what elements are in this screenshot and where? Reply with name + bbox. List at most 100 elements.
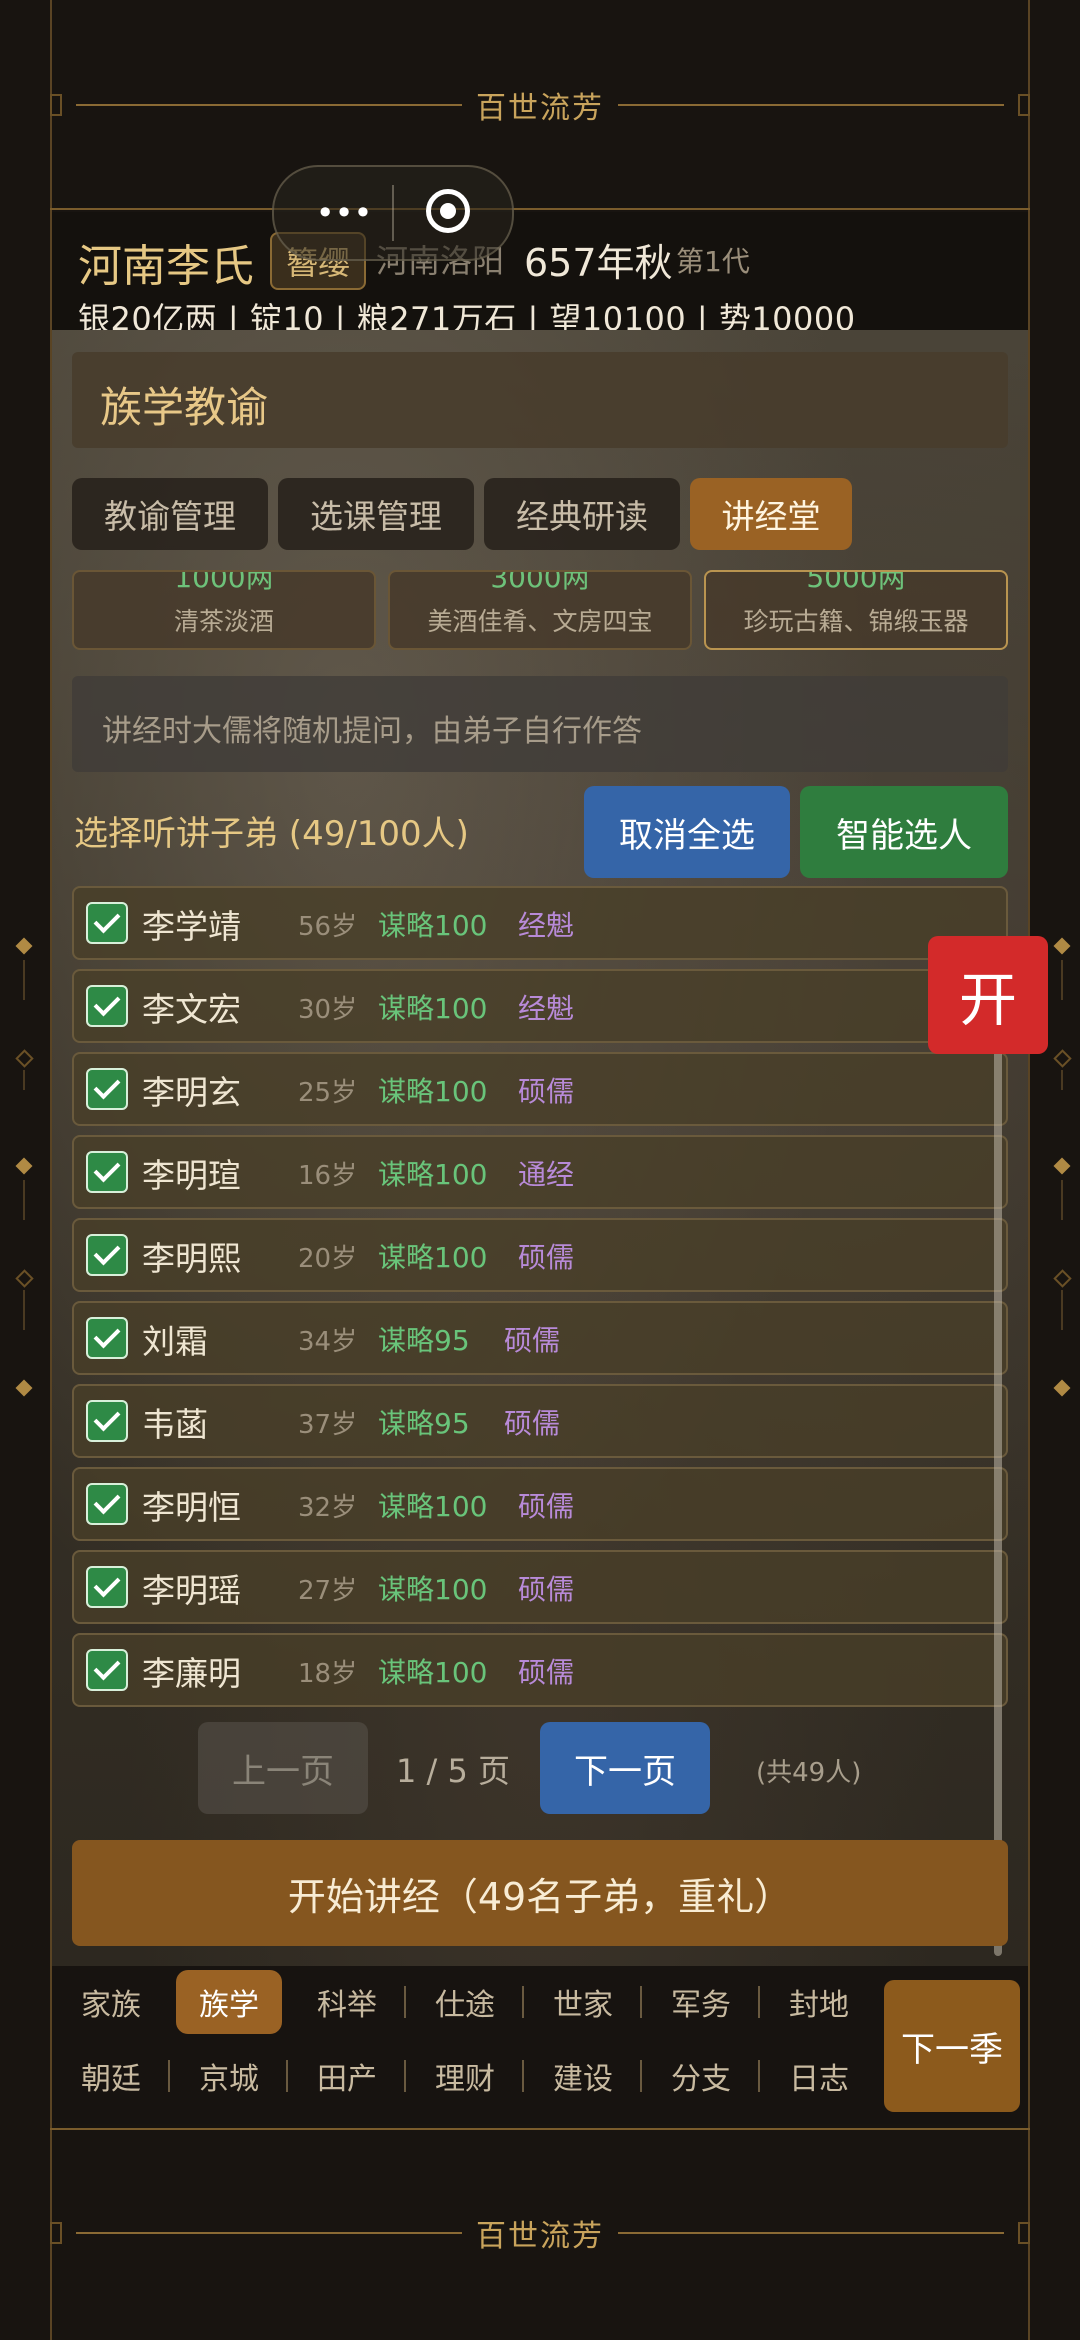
tier-cost: 1000两 <box>174 570 274 594</box>
tier-option-heavy[interactable]: 5000两 珍玩古籍、锦缎玉器 <box>704 570 1008 650</box>
student-ability: 谋略100 <box>378 1490 488 1523</box>
gift-tiers: 1000两 清茶淡酒 3000两 美酒佳肴、文房四宝 5000两 珍玩古籍、锦缎… <box>72 570 1008 650</box>
student-ability: 谋略100 <box>378 1075 488 1108</box>
student-ability: 谋略100 <box>378 1158 488 1191</box>
student-ability: 谋略100 <box>378 909 488 942</box>
banner-title: 百世流芳 <box>476 91 604 126</box>
nav-item[interactable]: 仕途 <box>406 1970 524 2034</box>
page-indicator: 1 / 5 页 <box>396 1752 511 1790</box>
student-row[interactable]: 李明玄 25岁 谋略100 硕儒 <box>72 1052 1008 1126</box>
student-checkbox[interactable] <box>86 1400 128 1442</box>
student-row[interactable]: 李明熙 20岁 谋略100 硕儒 <box>72 1218 1008 1292</box>
student-age: 56岁 <box>298 912 358 942</box>
student-checkbox[interactable] <box>86 902 128 944</box>
student-row[interactable]: 韦菡 37岁 谋略95 硕儒 <box>72 1384 1008 1458</box>
nav-item[interactable]: 世家 <box>524 1970 642 2034</box>
list-scrollbar[interactable] <box>994 936 1002 1956</box>
frame-bottom-divider <box>50 2128 1030 2130</box>
student-checkbox[interactable] <box>86 1649 128 1691</box>
tab-lecture-hall[interactable]: 讲经堂 <box>690 478 852 550</box>
student-ability: 谋略100 <box>378 992 488 1025</box>
tier-desc: 珍玩古籍、锦缎玉器 <box>743 607 969 636</box>
tab-course-selection[interactable]: 选课管理 <box>278 478 474 550</box>
student-age: 27岁 <box>298 1576 358 1606</box>
tier-option-medium[interactable]: 3000两 美酒佳肴、文房四宝 <box>388 570 692 650</box>
banner-cap-right <box>1018 2222 1030 2244</box>
banner-cap-right <box>1018 94 1030 116</box>
student-checkbox[interactable] <box>86 1317 128 1359</box>
student-rank: 硕儒 <box>518 1490 575 1523</box>
student-name: 李廉明 <box>142 1654 241 1693</box>
tab-classics-study[interactable]: 经典研读 <box>484 478 680 550</box>
start-lecture-button[interactable]: 开始讲经（49名子弟，重礼） <box>72 1840 1008 1946</box>
smart-select-button[interactable]: 智能选人 <box>800 786 1008 878</box>
student-rank: 硕儒 <box>518 1075 575 1108</box>
nav-item[interactable]: 京城 <box>170 2044 288 2108</box>
open-float-button[interactable]: 开 <box>928 936 1048 1054</box>
frame-top-divider <box>50 208 1030 210</box>
more-menu-icon[interactable]: ••• <box>304 195 384 231</box>
student-age: 18岁 <box>298 1659 358 1689</box>
nav-item[interactable]: 建设 <box>524 2044 642 2108</box>
student-ability: 谋略95 <box>378 1324 470 1357</box>
student-row[interactable]: 李明恒 32岁 谋略100 硕儒 <box>72 1467 1008 1541</box>
student-checkbox[interactable] <box>86 1566 128 1608</box>
nav-item[interactable]: 族学 <box>176 1970 282 2034</box>
nav-item[interactable]: 朝廷 <box>52 2044 170 2108</box>
nav-item[interactable]: 日志 <box>760 2044 878 2108</box>
student-ability: 谋略95 <box>378 1407 470 1440</box>
student-checkbox[interactable] <box>86 985 128 1027</box>
student-row[interactable]: 李文宏 30岁 谋略100 经魁 <box>72 969 1008 1043</box>
miniprogram-capsule: ••• <box>272 165 514 261</box>
student-name: 李学靖 <box>142 907 241 946</box>
student-rank: 硕儒 <box>518 1573 575 1606</box>
student-name: 李明熙 <box>142 1239 241 1278</box>
student-name: 李明瑄 <box>142 1156 241 1195</box>
nav-item[interactable]: 理财 <box>406 2044 524 2108</box>
nav-item[interactable]: 封地 <box>760 1970 878 2034</box>
nav-item[interactable]: 科举 <box>288 1970 406 2034</box>
student-name: 李明瑶 <box>142 1571 241 1610</box>
student-row[interactable]: 刘霜 34岁 谋略95 硕儒 <box>72 1301 1008 1375</box>
frame-right-line <box>1028 0 1030 2340</box>
student-checkbox[interactable] <box>86 1151 128 1193</box>
close-miniprogram-icon[interactable] <box>426 189 470 233</box>
student-age: 37岁 <box>298 1410 358 1440</box>
student-age: 25岁 <box>298 1078 358 1108</box>
tier-option-light[interactable]: 1000两 清茶淡酒 <box>72 570 376 650</box>
panel-tabs: 教谕管理 选课管理 经典研读 讲经堂 <box>72 478 852 550</box>
nav-item[interactable]: 田产 <box>288 2044 406 2108</box>
nav-item[interactable]: 家族 <box>52 1970 170 2034</box>
tab-teaching-management[interactable]: 教谕管理 <box>72 478 268 550</box>
student-row[interactable]: 李明瑶 27岁 谋略100 硕儒 <box>72 1550 1008 1624</box>
student-age: 20岁 <box>298 1244 358 1274</box>
student-checkbox[interactable] <box>86 1483 128 1525</box>
cancel-all-button[interactable]: 取消全选 <box>584 786 790 878</box>
next-season-button[interactable]: 下一季 <box>884 1980 1020 2112</box>
student-list: 李学靖 56岁 谋略100 经魁 李文宏 30岁 谋略100 经魁 李明玄 25岁 谋略100 硕儒李… <box>72 886 1008 1716</box>
banner-title: 百世流芳 <box>476 2219 604 2254</box>
student-rank: 硕儒 <box>504 1324 561 1357</box>
student-ability: 谋略100 <box>378 1573 488 1606</box>
nav-item[interactable]: 分支 <box>642 2044 760 2108</box>
student-checkbox[interactable] <box>86 1234 128 1276</box>
student-row[interactable]: 李明瑄 16岁 谋略100 通经 <box>72 1135 1008 1209</box>
nav-item[interactable]: 军务 <box>642 1970 760 2034</box>
student-checkbox[interactable] <box>86 1068 128 1110</box>
lecture-note-text: 讲经时大儒将随机提问，由弟子自行作答 <box>102 714 642 749</box>
student-rank: 硕儒 <box>518 1241 575 1274</box>
nav-row-1: 家族 族学 科举 仕途 世家 军务 封地 <box>52 1970 880 2034</box>
student-row[interactable]: 李学靖 56岁 谋略100 经魁 <box>72 886 1008 960</box>
student-age: 30岁 <box>298 995 358 1025</box>
lecture-panel: 族学教谕 教谕管理 选课管理 经典研读 讲经堂 1000两 清茶淡酒 3000两… <box>52 330 1028 1966</box>
clan-header: 河南李氏 簪缨 河南洛阳 657年秋 第1代 银20亿两 | 锭10 | 粮27… <box>52 212 1028 338</box>
tier-desc: 美酒佳肴、文房四宝 <box>427 607 653 636</box>
banner-cap-left <box>50 94 62 116</box>
student-name: 李明玄 <box>142 1073 241 1112</box>
prev-page-button[interactable]: 上一页 <box>198 1722 368 1814</box>
right-ornament <box>1053 937 1074 1420</box>
student-name: 韦菡 <box>142 1405 208 1444</box>
student-row[interactable]: 李廉明 18岁 谋略100 硕儒 <box>72 1633 1008 1707</box>
student-rank: 硕儒 <box>504 1407 561 1440</box>
next-page-button[interactable]: 下一页 <box>540 1722 710 1814</box>
